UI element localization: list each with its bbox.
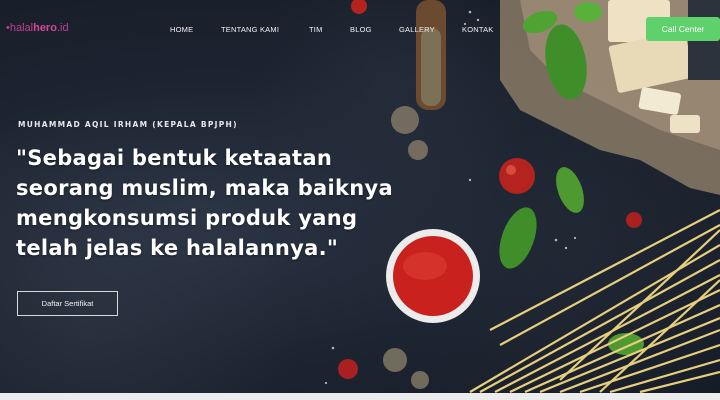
quote-line: telah jelas ke halalannya." [16, 236, 339, 260]
main-nav: HOME TENTANG KAMI TIM BLOG GALLERY KONTA… [0, 25, 720, 39]
hero-quote: "Sebagai bentuk ketaatan seorang muslim,… [16, 143, 476, 263]
daftar-sertifikat-button[interactable]: Daftar Sertifikat [17, 291, 118, 316]
bottom-strip [0, 393, 720, 400]
quote-line: "Sebagai bentuk ketaatan [16, 146, 333, 170]
call-center-button[interactable]: Call Center [646, 17, 720, 41]
nav-item-gallery[interactable]: GALLERY [399, 25, 435, 34]
nav-item-tim[interactable]: TIM [309, 25, 323, 34]
quote-line: seorang muslim, maka baiknya [16, 176, 393, 200]
hero-subtitle: MUHAMMAD AQIL IRHAM (KEPALA BPJPH) [18, 120, 238, 129]
nav-item-blog[interactable]: BLOG [350, 25, 372, 34]
quote-line: mengkonsumsi produk yang [16, 206, 358, 230]
cherry-tomato [499, 158, 535, 194]
nav-item-home[interactable]: HOME [170, 25, 193, 34]
nav-item-tentang-kami[interactable]: TENTANG KAMI [221, 25, 279, 34]
hero-section: •halal hero .id HOME TENTANG KAMI TIM BL… [0, 0, 720, 400]
nav-item-kontak[interactable]: KONTAK [462, 25, 493, 34]
